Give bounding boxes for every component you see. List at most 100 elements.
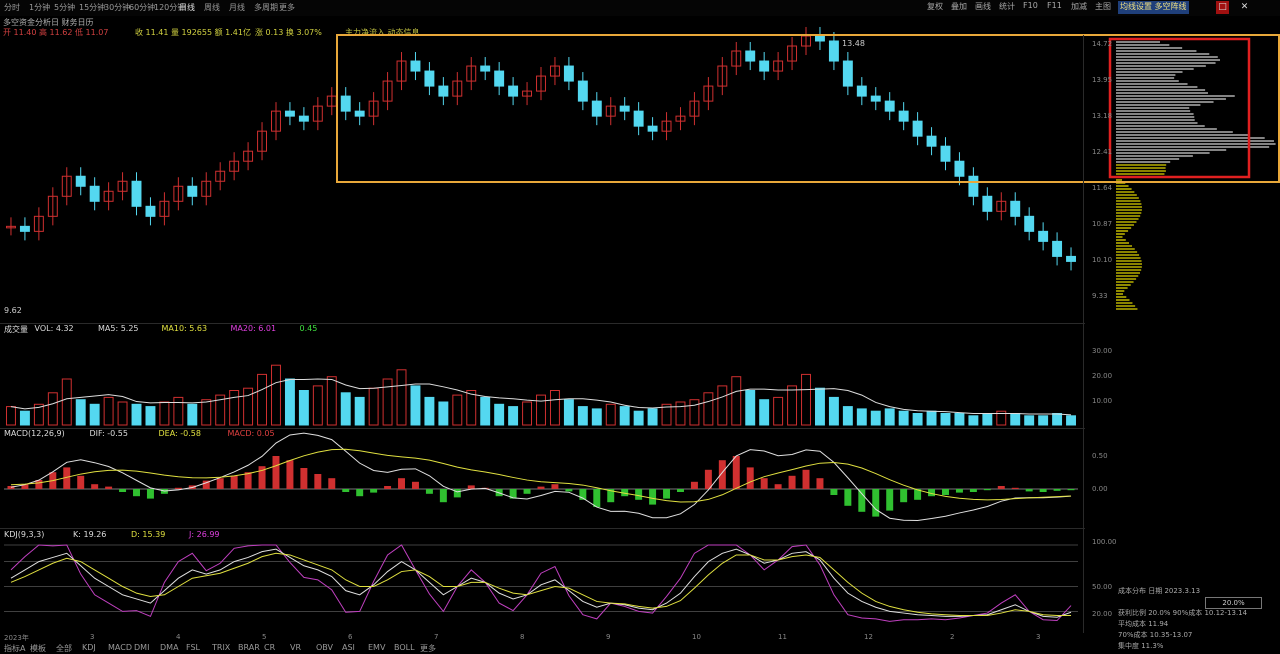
candle-body (591, 100, 602, 117)
indicator-tab-6[interactable]: DMA (160, 643, 179, 652)
indicator-tab-8[interactable]: TRIX (212, 643, 230, 652)
candle-body (577, 80, 588, 102)
candle-body (912, 120, 923, 137)
volume-bar (842, 406, 853, 426)
volume-bar (703, 392, 714, 426)
indicator-tab-3[interactable]: KDJ (82, 643, 96, 652)
kdj-lines (4, 544, 1078, 622)
axis-divider (1083, 35, 1084, 633)
volume-bar (731, 376, 742, 426)
indicator-tab-2[interactable]: 全部 (56, 643, 72, 654)
date-tick: 2 (950, 633, 955, 641)
candle-body (340, 95, 351, 112)
volume-bar (117, 401, 128, 426)
candle-body (1052, 240, 1063, 257)
candle-body (424, 70, 435, 87)
chip-info-row: 集中度 11.3% (1118, 642, 1164, 650)
kdj-header-item: K: 19.26 (73, 530, 107, 539)
indicator-tab-4[interactable]: MACD (108, 643, 132, 652)
max-price-label: 13.48 (842, 39, 865, 48)
volume-bar (912, 413, 923, 426)
kdj-k-line (10, 548, 1072, 618)
candle-body (633, 110, 644, 127)
candle-body (438, 85, 449, 97)
price-tick: 13.95 (1092, 76, 1113, 84)
indicator-tab-13[interactable]: ASI (342, 643, 355, 652)
candle-body (926, 135, 937, 147)
volume-bar (619, 406, 630, 426)
indicator-tab-0[interactable]: 指标A (4, 643, 25, 654)
volume-bar (591, 408, 602, 426)
volume-bar (61, 378, 72, 426)
candle-body (131, 180, 142, 207)
candle-body (647, 125, 658, 132)
candle-body (898, 110, 909, 122)
volume-bar (271, 364, 281, 426)
volume-bar (298, 390, 309, 426)
volume-bar (103, 396, 114, 426)
volume-bar (480, 396, 491, 426)
volume-bar (968, 415, 979, 426)
candle-body (563, 65, 574, 82)
volume-bar (312, 385, 323, 426)
volume-bar (1038, 415, 1049, 426)
volume-bar (382, 378, 393, 426)
kdj-tick: 50.00 (1092, 583, 1113, 591)
macd-dif-line (10, 432, 1072, 522)
volume-bar (801, 373, 811, 426)
volume-bar (424, 396, 435, 426)
indicator-tab-16[interactable]: 更多 (420, 643, 436, 654)
vol-header-item: MA5: 5.25 (98, 324, 139, 333)
indicator-tab-9[interactable]: BRAR (238, 643, 260, 652)
volume-bar (522, 401, 533, 426)
price-tick: 11.64 (1092, 184, 1113, 192)
indicator-tab-1[interactable]: 模板 (30, 643, 46, 654)
volume-tick: 30.00 (1092, 347, 1113, 355)
volume-ma5-line (10, 378, 1072, 416)
macd-tick: 0.00 (1092, 485, 1108, 493)
macd-header-item: MACD: 0.05 (227, 429, 275, 438)
candle-body (410, 60, 421, 72)
volume-bar (6, 406, 16, 426)
candle-body (842, 60, 853, 87)
volume-bar (159, 401, 170, 426)
volume-bar (814, 387, 825, 426)
volume-bar (1024, 415, 1035, 426)
kdj-j-line (10, 544, 1072, 622)
volume-bar (1066, 415, 1076, 426)
indicator-tab-7[interactable]: FSL (186, 643, 200, 652)
candle-body (982, 195, 993, 212)
volume-bar (466, 390, 477, 426)
vol-header-item: 0.45 (299, 324, 318, 333)
candle-body (856, 85, 867, 97)
vol-header-item: MA20: 6.01 (230, 324, 277, 333)
chip-info-row: 获利比例 20.0% 90%成本 10.12-13.14 (1118, 609, 1248, 617)
kdj-header-item: KDJ(9,3,3) (4, 530, 45, 539)
candle-body (354, 110, 365, 117)
volume-bar (257, 373, 268, 426)
indicator-tab-14[interactable]: EMV (368, 643, 385, 652)
volume-bar (340, 392, 351, 426)
volume-bar (717, 385, 728, 426)
volume-bar (773, 396, 784, 426)
volume-bar (47, 392, 58, 426)
volume-bar (494, 403, 505, 426)
macd-header-item: MACD(12,26,9) (4, 429, 65, 438)
macd-tick: 0.50 (1092, 452, 1108, 460)
candle-body (619, 105, 630, 112)
volume-bar (354, 396, 365, 426)
candle-body (19, 225, 30, 232)
volume-bar (284, 378, 295, 426)
kdj-tick: 20.00 (1092, 610, 1113, 618)
candle-body (968, 175, 979, 197)
indicator-tab-11[interactable]: VR (290, 643, 301, 652)
indicator-tab-15[interactable]: BOLL (394, 643, 415, 652)
price-tick: 14.72 (1092, 40, 1113, 48)
date-tick: 3 (90, 633, 95, 641)
min-price-label: 9.62 (4, 306, 22, 315)
indicator-tab-5[interactable]: DMI (134, 643, 149, 652)
candle-body (884, 100, 895, 112)
indicator-tab-10[interactable]: CR (264, 643, 275, 652)
candle-body (480, 65, 491, 72)
indicator-tab-12[interactable]: OBV (316, 643, 333, 652)
